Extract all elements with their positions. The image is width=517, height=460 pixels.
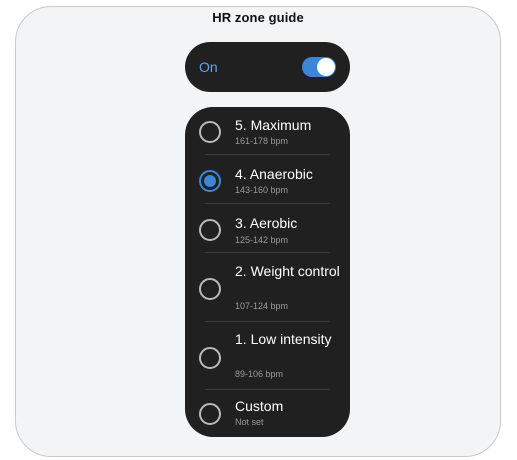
watch-screen: HR zone guide On 5. Maximum 161-178 bpm … <box>15 6 501 457</box>
zone-option-low-intensity[interactable]: 1. Low intensity 89-106 bpm <box>185 322 350 389</box>
zone-title: Custom <box>235 398 284 414</box>
hr-zone-guide-toggle-row[interactable]: On <box>185 42 350 92</box>
zone-bpm-range: 161-178 bpm <box>235 136 289 146</box>
zone-bpm-range: 89-106 bpm <box>235 369 284 379</box>
page-title: HR zone guide <box>212 10 304 25</box>
radio-button[interactable] <box>199 403 221 425</box>
zone-bpm-range: 143-160 bpm <box>235 185 289 195</box>
radio-button[interactable] <box>199 347 221 369</box>
zone-bpm-range: 125-142 bpm <box>235 235 289 245</box>
toggle-label: On <box>199 59 218 75</box>
zone-bpm-range: 107-124 bpm <box>235 301 289 311</box>
zone-option-maximum[interactable]: 5. Maximum 161-178 bpm <box>185 107 350 154</box>
radio-button[interactable] <box>199 219 221 241</box>
radio-button-selected[interactable] <box>199 170 221 192</box>
hr-zone-list: 5. Maximum 161-178 bpm 4. Anaerobic 143-… <box>185 107 350 437</box>
zone-bpm-range: Not set <box>235 417 264 427</box>
zone-title: 3. Aerobic <box>235 215 298 231</box>
zone-title: 1. Low intensity <box>235 331 332 347</box>
zone-title: 2. Weight control <box>235 263 340 279</box>
toggle-switch[interactable] <box>302 57 336 77</box>
toggle-knob <box>317 58 335 76</box>
zone-option-aerobic[interactable]: 3. Aerobic 125-142 bpm <box>185 204 350 252</box>
radio-button[interactable] <box>199 278 221 300</box>
zone-option-weight-control[interactable]: 2. Weight control 107-124 bpm <box>185 253 350 321</box>
radio-button[interactable] <box>199 121 221 143</box>
zone-title: 5. Maximum <box>235 117 312 133</box>
zone-title: 4. Anaerobic <box>235 166 313 182</box>
zone-option-anaerobic[interactable]: 4. Anaerobic 143-160 bpm <box>185 155 350 203</box>
zone-option-custom[interactable]: Custom Not set <box>185 390 350 437</box>
